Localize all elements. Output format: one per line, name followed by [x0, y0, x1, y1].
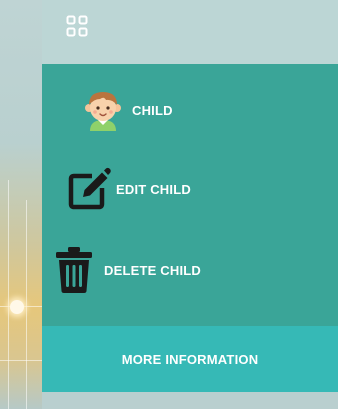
- menu-item-edit-child[interactable]: EDIT CHILD: [66, 166, 191, 212]
- background-image-strip: [0, 0, 42, 409]
- trash-icon: [56, 247, 92, 293]
- menu-item-label: CHILD: [132, 102, 173, 118]
- menu-item-label: DELETE CHILD: [104, 262, 202, 278]
- top-bar: [42, 0, 338, 64]
- more-information-button[interactable]: MORE INFORMATION: [42, 326, 338, 392]
- edit-icon: [68, 167, 111, 210]
- grid-icon[interactable]: [66, 15, 88, 37]
- menu-item-delete-child[interactable]: DELETE CHILD: [54, 246, 201, 294]
- menu-item-label: EDIT CHILD: [116, 181, 191, 197]
- menu-item-child[interactable]: CHILD: [80, 87, 173, 133]
- child-avatar-icon: [85, 92, 121, 131]
- more-information-label: MORE INFORMATION: [121, 351, 259, 367]
- bottom-strip: [42, 392, 338, 409]
